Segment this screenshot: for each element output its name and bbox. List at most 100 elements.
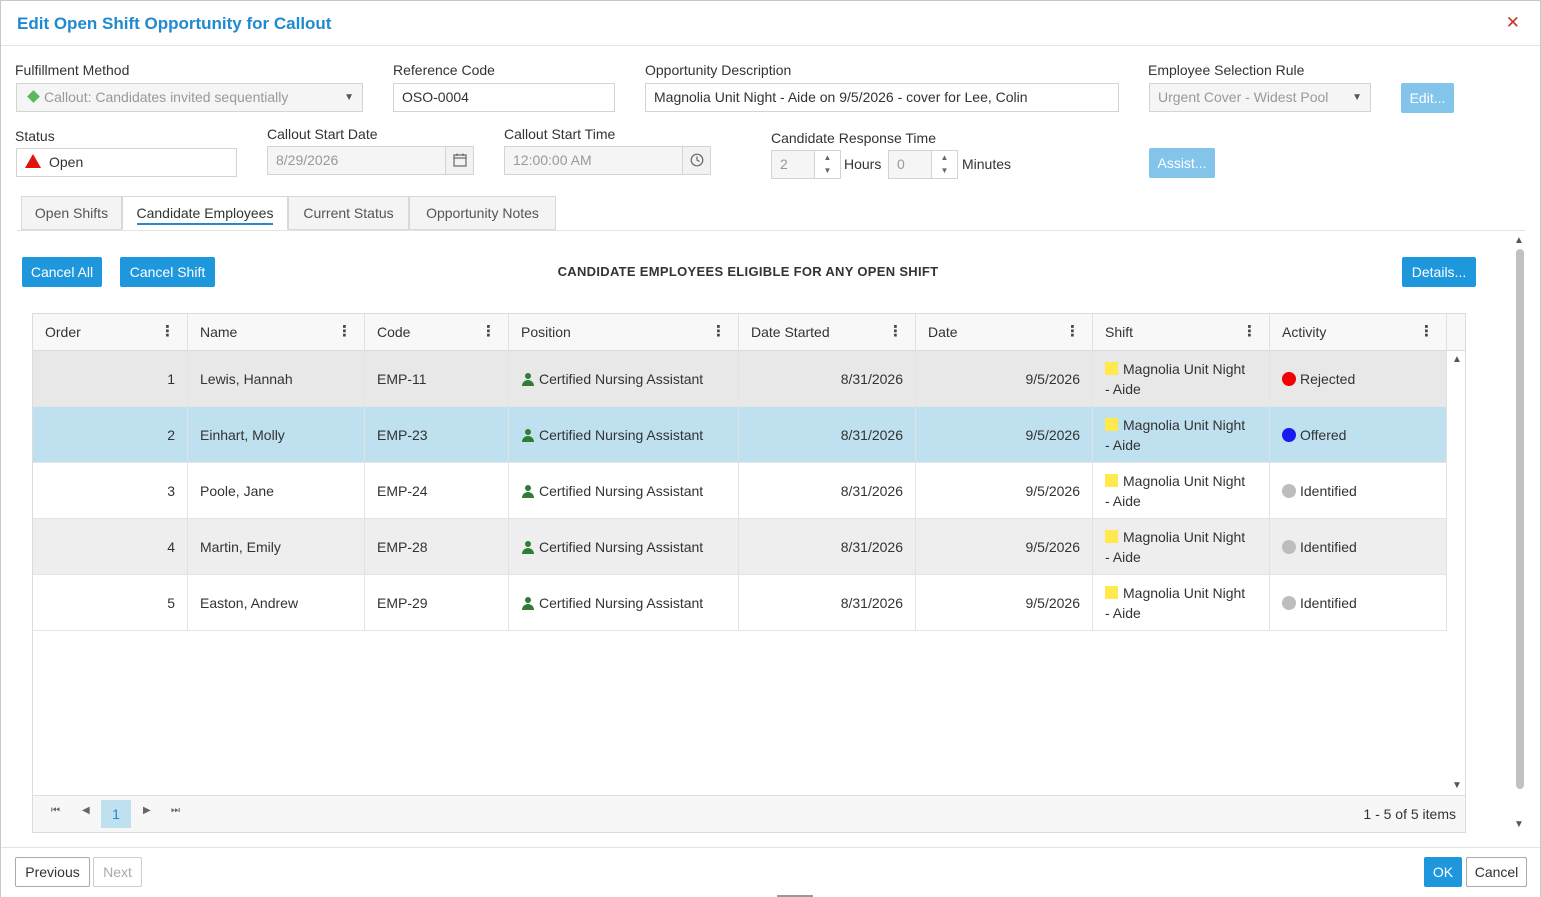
next-button[interactable]: Next [93, 857, 142, 887]
column-menu-icon[interactable]: ⋮ [711, 314, 726, 350]
column-menu-icon[interactable]: ⋮ [481, 314, 496, 350]
cell-name: Poole, Jane [188, 463, 365, 519]
callout-start-date-input[interactable]: 8/29/2026 [267, 146, 474, 175]
grid-scrollbar[interactable]: ▲ ▼ [1449, 352, 1465, 794]
cell-name: Easton, Andrew [188, 575, 365, 631]
employee-selection-rule-select[interactable]: Urgent Cover - Widest Pool ▼ [1149, 83, 1371, 112]
edit-rule-button[interactable]: Edit... [1401, 83, 1454, 113]
cell-position: Certified Nursing Assistant [509, 463, 739, 519]
response-hours-input[interactable]: 2 ▲ ▼ [771, 150, 841, 179]
cell-shift: Magnolia Unit Night - Aide [1093, 575, 1270, 631]
column-menu-icon[interactable]: ⋮ [1242, 314, 1257, 350]
column-menu-icon[interactable]: ⋮ [888, 314, 903, 350]
opportunity-description-input[interactable]: Magnolia Unit Night - Aide on 9/5/2026 -… [645, 83, 1119, 112]
last-page-icon[interactable]: ⏭ [171, 805, 180, 816]
content-scrollbar[interactable]: ▲ ▼ [1511, 235, 1527, 833]
column-header-activity[interactable]: Activity ⋮ [1270, 314, 1447, 350]
column-menu-icon[interactable]: ⋮ [160, 314, 175, 350]
table-row[interactable]: 2 Einhart, Molly EMP-23 Certified Nursing A… [33, 407, 1447, 463]
shift-color-icon [1105, 418, 1118, 431]
cell-activity: Identified [1270, 463, 1447, 519]
table-row[interactable]: 3 Poole, Jane EMP-24 Certified Nursing Assi… [33, 463, 1447, 519]
spin-up-icon[interactable]: ▲ [815, 151, 840, 164]
cell-name: Lewis, Hannah [188, 351, 365, 407]
previous-button[interactable]: Previous [15, 857, 90, 887]
table-row[interactable]: 1 Lewis, Hannah EMP-11 Certified Nursing As… [33, 351, 1447, 407]
cell-code: EMP-23 [365, 407, 509, 463]
spin-down-icon[interactable]: ▼ [815, 164, 840, 177]
shift-color-icon [1105, 586, 1118, 599]
hours-unit-label: Hours [844, 156, 882, 172]
page-number-current[interactable]: 1 [101, 800, 131, 828]
clock-icon[interactable] [682, 147, 710, 174]
previous-page-icon[interactable]: ◀ [82, 805, 90, 816]
reference-code-input[interactable]: OSO-0004 [393, 83, 615, 112]
cancel-all-button[interactable]: Cancel All [22, 257, 102, 287]
cell-shift: Magnolia Unit Night - Aide [1093, 519, 1270, 575]
column-header-order[interactable]: Order ⋮ [33, 314, 188, 350]
table-row[interactable]: 5 Easton, Andrew EMP-29 Certified Nursing A… [33, 575, 1447, 631]
cancel-shift-button[interactable]: Cancel Shift [120, 257, 215, 287]
column-menu-icon[interactable]: ⋮ [1419, 314, 1434, 350]
candidate-response-time-label: Candidate Response Time [771, 130, 936, 146]
cell-order: 4 [33, 519, 188, 575]
column-header-code[interactable]: Code ⋮ [365, 314, 509, 350]
hours-spinner[interactable]: ▲ ▼ [814, 151, 840, 178]
close-icon[interactable]: ✕ [1506, 13, 1520, 33]
column-header-name[interactable]: Name ⋮ [188, 314, 365, 350]
next-page-icon[interactable]: ▶ [143, 805, 151, 816]
shift-color-icon [1105, 530, 1118, 543]
tab-current-status[interactable]: Current Status [288, 196, 409, 230]
reference-code-label: Reference Code [393, 62, 495, 78]
cell-order: 3 [33, 463, 188, 519]
cancel-button[interactable]: Cancel [1466, 857, 1527, 887]
tab-open-shifts[interactable]: Open Shifts [21, 196, 122, 230]
activity-status-icon [1282, 596, 1296, 610]
dialog-titlebar: Edit Open Shift Opportunity for Callout … [1, 1, 1540, 46]
cell-date: 9/5/2026 [916, 351, 1093, 407]
cell-name: Einhart, Molly [188, 407, 365, 463]
column-menu-icon[interactable]: ⋮ [337, 314, 352, 350]
scrollbar-thumb[interactable] [1516, 249, 1524, 789]
cell-activity: Offered [1270, 407, 1447, 463]
status-value: Open [49, 154, 84, 170]
cell-position: Certified Nursing Assistant [509, 575, 739, 631]
cell-order: 5 [33, 575, 188, 631]
details-button[interactable]: Details... [1402, 257, 1476, 287]
status-label: Status [15, 128, 55, 144]
opportunity-description-label: Opportunity Description [645, 62, 792, 78]
spin-down-icon[interactable]: ▼ [932, 164, 957, 177]
grid-header: Order ⋮ Name ⋮ Code ⋮ Position ⋮ Date Starte… [33, 314, 1465, 351]
tab-candidate-employees[interactable]: Candidate Employees [122, 196, 288, 230]
response-minutes-input[interactable]: 0 ▲ ▼ [888, 150, 958, 179]
person-icon [521, 596, 535, 610]
cell-code: EMP-28 [365, 519, 509, 575]
first-page-icon[interactable]: ⏮ [51, 805, 60, 816]
fulfillment-method-select[interactable]: Callout: Candidates invited sequentially… [16, 83, 363, 112]
cell-activity: Identified [1270, 575, 1447, 631]
callout-start-time-value: 12:00:00 AM [513, 152, 592, 168]
scroll-up-icon[interactable]: ▲ [1514, 235, 1524, 246]
activity-status-icon [1282, 428, 1296, 442]
grid-pager: ⏮ ◀ 1 ▶ ⏭ 1 - 5 of 5 items [33, 795, 1465, 832]
calendar-icon[interactable] [445, 147, 473, 174]
callout-start-time-input[interactable]: 12:00:00 AM [504, 146, 711, 175]
column-header-date[interactable]: Date ⋮ [916, 314, 1093, 350]
dialog-footer: Previous Next OK Cancel [1, 847, 1540, 897]
tab-opportunity-notes[interactable]: Opportunity Notes [409, 196, 556, 230]
ok-button[interactable]: OK [1424, 857, 1462, 887]
person-icon [521, 484, 535, 498]
column-header-date-started[interactable]: Date Started ⋮ [739, 314, 916, 350]
spin-up-icon[interactable]: ▲ [932, 151, 957, 164]
minutes-spinner[interactable]: ▲ ▼ [931, 151, 957, 178]
cell-date-started: 8/31/2026 [739, 463, 916, 519]
column-header-shift[interactable]: Shift ⋮ [1093, 314, 1270, 350]
scroll-down-icon[interactable]: ▼ [1452, 780, 1462, 791]
table-row[interactable]: 4 Martin, Emily EMP-28 Certified Nursing As… [33, 519, 1447, 575]
column-header-position[interactable]: Position ⋮ [509, 314, 739, 350]
scroll-up-icon[interactable]: ▲ [1452, 354, 1462, 365]
column-menu-icon[interactable]: ⋮ [1065, 314, 1080, 350]
assist-button[interactable]: Assist... [1149, 148, 1215, 178]
scroll-down-icon[interactable]: ▼ [1514, 819, 1524, 830]
cell-activity: Identified [1270, 519, 1447, 575]
